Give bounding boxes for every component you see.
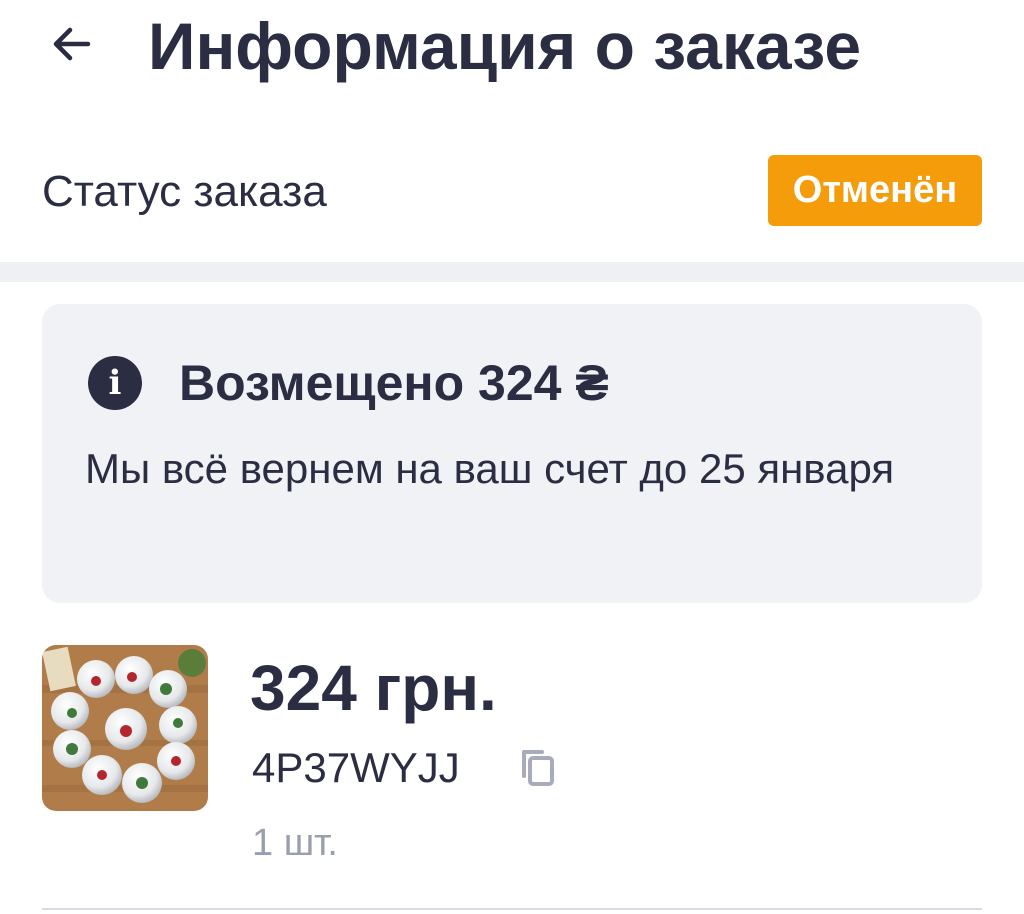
bottom-divider: [42, 908, 982, 910]
copy-button[interactable]: [514, 744, 562, 792]
info-icon: i: [88, 356, 142, 410]
order-status-row: Статус заказа Отменён: [0, 150, 1024, 234]
product-quantity: 1 шт.: [252, 822, 338, 864]
product-image[interactable]: [42, 645, 208, 811]
section-divider: [0, 262, 1024, 282]
arrow-left-icon: [53, 27, 91, 61]
page-title: Информация о заказе: [148, 9, 862, 83]
status-label: Статус заказа: [42, 167, 327, 216]
header: Информация о заказе: [0, 0, 1024, 100]
refund-text: Мы всё вернем на ваш счет до 25 января: [85, 445, 895, 492]
status-badge: Отменён: [768, 155, 982, 226]
refund-title: Возмещено 324 ₴: [179, 355, 609, 411]
copy-icon: [522, 750, 554, 786]
product-price: 324 грн.: [250, 652, 497, 724]
order-info-page: Информация о заказе Статус заказа Отменё…: [0, 0, 1024, 914]
back-button[interactable]: [40, 12, 104, 76]
refund-info-card: i Возмещено 324 ₴ Мы всё вернем на ваш с…: [42, 304, 982, 603]
product-code: 4P37WYJJ: [252, 744, 460, 791]
